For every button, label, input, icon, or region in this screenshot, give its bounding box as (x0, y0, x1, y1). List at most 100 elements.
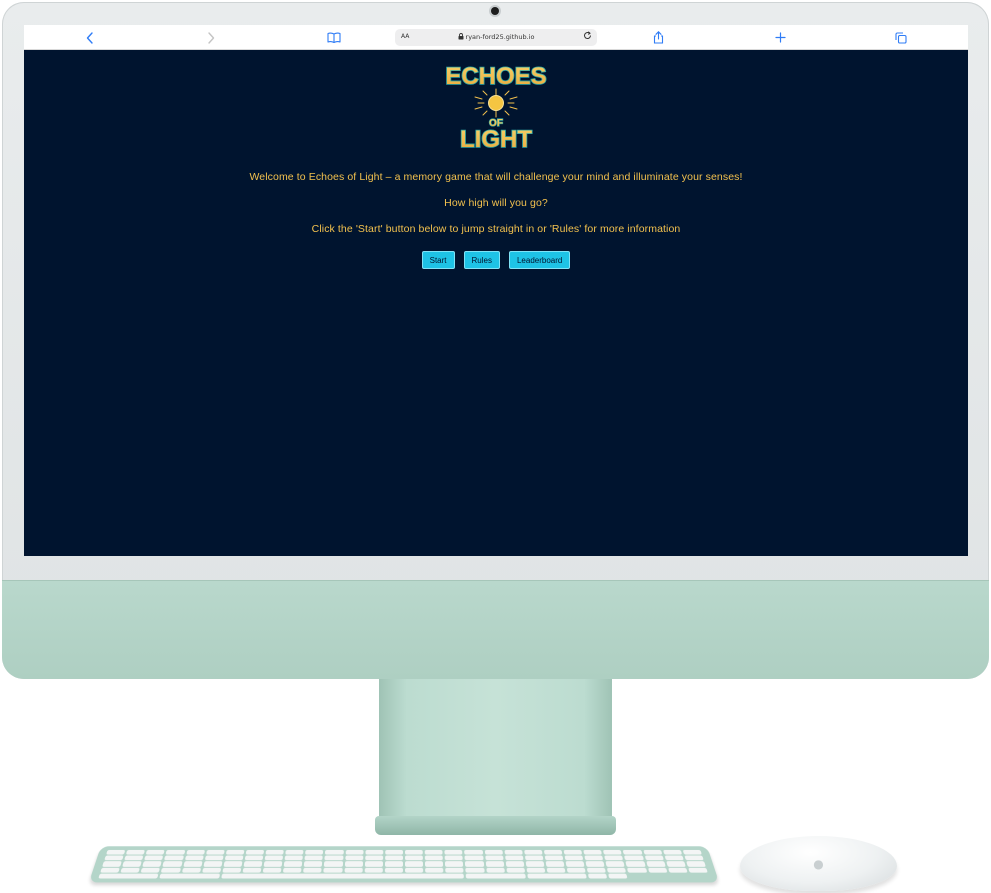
keyboard-key (145, 849, 166, 855)
keyboard-key (445, 867, 464, 873)
keyboard-key (644, 855, 664, 861)
forward-icon[interactable] (200, 28, 222, 47)
screen: AA ryan-ford25.github.io ECHOES OF LIGHT… (24, 25, 968, 556)
rules-button[interactable]: Rules (463, 251, 500, 269)
keyboard-key (344, 861, 363, 867)
keyboard-key (445, 861, 464, 867)
keyboard-key (283, 867, 302, 873)
keyboard-key (222, 867, 242, 873)
keyboard-key (205, 849, 225, 855)
keyboard-key (544, 855, 564, 861)
keyboard-key (324, 855, 344, 861)
keyboard-key (245, 849, 265, 855)
keyboard-key (485, 861, 504, 867)
keyboard-key (504, 855, 524, 861)
keyboard-key (604, 855, 624, 861)
keyboard-key (506, 867, 525, 873)
keyboard-key (384, 861, 403, 867)
keyboard-key (464, 849, 483, 855)
keyboard-key (242, 867, 262, 873)
keyboard-key (464, 855, 484, 861)
keyboard-key (224, 855, 244, 861)
keyboard-key (608, 873, 628, 879)
keyboard-key (682, 849, 702, 855)
keyboard-key (624, 855, 644, 861)
keyboard-key (144, 855, 164, 861)
url-text: ryan-ford25.github.io (395, 33, 597, 41)
intro-welcome-text: Welcome to Echoes of Light – a memory ga… (249, 171, 743, 183)
keyboard-key (125, 849, 146, 855)
keyboard-key (664, 855, 684, 861)
keyboard-key (546, 867, 566, 873)
keyboard-key (667, 867, 688, 873)
keyboard-key (304, 855, 324, 861)
keyboard-key (244, 855, 264, 861)
keyboard-key (159, 873, 220, 879)
keyboard-key (585, 861, 605, 867)
keyboard-key (666, 861, 686, 867)
keyboard-key (161, 867, 181, 873)
apple-logo-icon: ● (813, 856, 824, 871)
url-label: ryan-ford25.github.io (465, 33, 535, 41)
keyboard-key (588, 873, 608, 879)
keyboard-key (106, 849, 126, 855)
keyboard-key (603, 849, 623, 855)
keyboard-key (285, 849, 304, 855)
intro-instructions-text: Click the 'Start' button below to jump s… (311, 223, 681, 235)
menu-buttons: Start Rules Leaderboard (24, 251, 968, 269)
address-bar[interactable]: AA ryan-ford25.github.io (395, 29, 597, 46)
intro-question-text: How high will you go? (444, 197, 548, 209)
keyboard-key (525, 861, 545, 867)
keyboard-key (203, 861, 223, 867)
keyboard-key (684, 855, 704, 861)
keyboard-key (345, 849, 364, 855)
new-tab-plus-icon[interactable] (769, 28, 791, 47)
game-page: ECHOES OF LIGHT Welcome to Echoes of Lig… (24, 50, 968, 556)
keyboard-key (444, 849, 463, 855)
keyboard-key (466, 873, 526, 879)
keyboard-key (325, 849, 344, 855)
keyboard-key (444, 855, 464, 861)
keyboard-key (304, 861, 323, 867)
bookmarks-book-icon[interactable] (323, 28, 345, 47)
reload-icon[interactable] (583, 31, 592, 43)
leaderboard-button[interactable]: Leaderboard (508, 251, 571, 269)
keyboard-key (384, 855, 403, 861)
keyboard-key (465, 861, 484, 867)
keyboard-key (284, 855, 304, 861)
keyboard-key (100, 867, 121, 873)
keyboard-key (424, 849, 443, 855)
keyboard-key (324, 861, 343, 867)
keyboard-key (404, 855, 424, 861)
tabs-overview-icon[interactable] (890, 28, 912, 47)
keyboard-key (605, 861, 626, 867)
share-icon[interactable] (647, 28, 669, 47)
keyboard-key (223, 861, 243, 867)
keyboard-key (98, 873, 159, 879)
keyboard-key (465, 867, 485, 873)
keyboard-key (425, 867, 444, 873)
keyboard-key (545, 861, 565, 867)
keyboard-key (627, 867, 647, 873)
keyboard-key (122, 861, 142, 867)
keyboard-key (181, 867, 201, 873)
keyboard-key (505, 861, 525, 867)
back-icon[interactable] (79, 28, 101, 47)
start-button[interactable]: Start (421, 251, 455, 269)
keyboard-key (364, 867, 383, 873)
keyboard-key (120, 867, 141, 873)
keyboard-key (182, 861, 203, 867)
keyboard-key (625, 861, 646, 867)
keyboard-key (526, 867, 546, 873)
keyboard-key (184, 855, 204, 861)
keyboard-key (243, 861, 263, 867)
keyboard-key (584, 855, 604, 861)
keyboard-key (425, 861, 444, 867)
keyboard-key (264, 855, 284, 861)
imac-stand (379, 679, 612, 821)
keyboard-key (165, 849, 185, 855)
keyboard-key (162, 861, 183, 867)
keyboard-key (662, 849, 683, 855)
keyboard-key (623, 849, 643, 855)
keyboard-key (303, 867, 323, 873)
